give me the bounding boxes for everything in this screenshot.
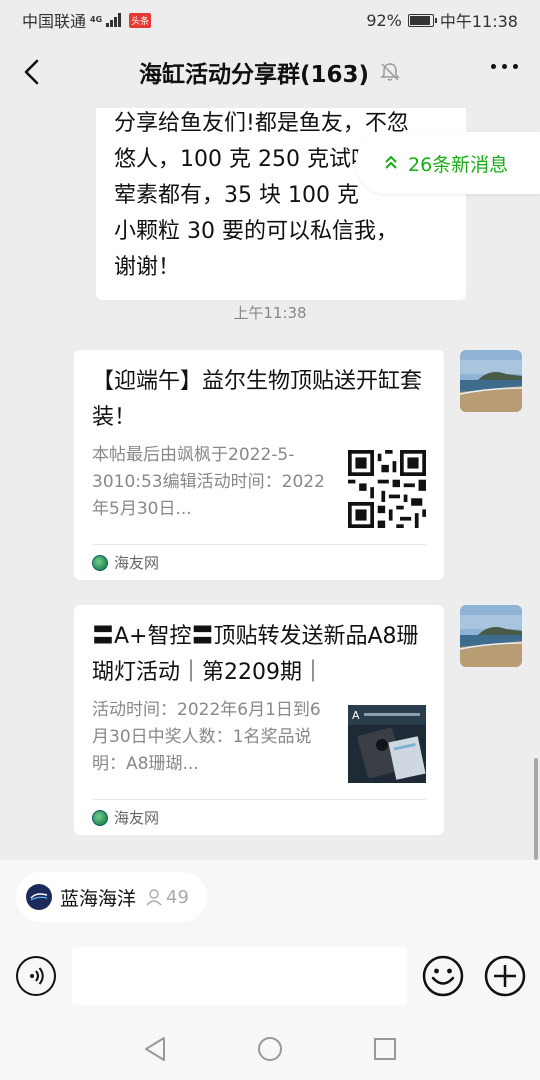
mute-bell-icon (380, 63, 400, 81)
more-options-button[interactable] (491, 64, 518, 69)
double-chevron-up-icon (385, 155, 397, 169)
system-nav-bar (0, 1016, 540, 1080)
card-body: 活动时间：2022年6月1日到6月30日中奖人数：1名奖品说明：A8珊瑚... … (92, 697, 426, 783)
card-title: 【迎端午】益尔生物顶贴送开缸套装！ (92, 369, 423, 430)
beach-photo-avatar (460, 605, 522, 667)
message-line: 小颗粒 30 要的可以私信我， (114, 219, 398, 244)
source-name: 海友网 (114, 809, 160, 827)
nav-home-icon (258, 1037, 282, 1061)
new-messages-button[interactable]: 26条新消息 (356, 132, 540, 194)
channel-bar: 蓝海海洋 49 (0, 860, 540, 936)
clock: 中午11:38 (439, 12, 518, 31)
card-source: 海友网 (92, 799, 426, 835)
voice-input-button[interactable] (16, 956, 56, 996)
card-source: 海友网 (92, 544, 426, 580)
member-count-value: 49 (166, 886, 189, 908)
nav-recent-icon (374, 1038, 396, 1060)
nav-back-button[interactable] (142, 1036, 168, 1062)
message-timestamp: 上午11:38 (233, 304, 307, 322)
card-title: 〓A+智控〓顶贴转发送新品A8珊 瑚灯活动｜第2209期｜ (92, 624, 419, 685)
status-left: 中国联通 4G 头条 (22, 8, 152, 32)
battery-icon (407, 13, 437, 27)
app-notification-badge: 头条 (129, 12, 152, 28)
svg-text:A: A (352, 709, 360, 722)
voice-icon (30, 967, 44, 985)
chat-area[interactable]: 分享给鱼友们!都是鱼友，不忽 悠人，100 克 250 克试吃装 荤素都有，35… (0, 108, 540, 860)
back-arrow-icon (24, 59, 39, 85)
source-logo-icon (92, 809, 108, 826)
more-dots-icon (491, 64, 496, 69)
nav-recent-button[interactable] (372, 1036, 398, 1062)
chat-scrollbar[interactable] (534, 758, 538, 860)
channel-name: 蓝海海洋 (60, 887, 137, 910)
sender-avatar[interactable] (460, 605, 522, 667)
message-input[interactable] (72, 947, 407, 1005)
message-line: 谢谢！ (114, 255, 181, 280)
input-bar (0, 936, 540, 1016)
title-wrap: 海缸活动分享群(163) (139, 55, 401, 89)
link-card[interactable]: 【迎端午】益尔生物顶贴送开缸套装！ 本帖最后由飒枫于2022-5-3010:53… (74, 350, 444, 580)
carrier-name: 中国联通 (22, 12, 87, 31)
emoji-icon (422, 955, 464, 997)
source-logo-icon (92, 554, 108, 571)
product-thumbnail: A (348, 705, 426, 783)
emoji-button[interactable] (422, 955, 464, 997)
link-card[interactable]: 〓A+智控〓顶贴转发送新品A8珊 瑚灯活动｜第2209期｜ 活动时间：2022年… (74, 605, 444, 835)
new-messages-label: 26条新消息 (408, 153, 509, 176)
plus-icon (484, 955, 526, 997)
person-icon (146, 889, 162, 906)
channel-chip[interactable]: 蓝海海洋 49 (16, 872, 207, 922)
source-name: 海友网 (114, 554, 160, 572)
status-bar: 中国联通 4G 头条 92% 中午11:38 (0, 0, 540, 36)
chat-header: 海缸活动分享群(163) (0, 36, 540, 108)
battery-percent: 92% (366, 10, 402, 30)
channel-member-count: 49 (144, 887, 189, 908)
nav-home-button[interactable] (257, 1036, 283, 1062)
back-button[interactable] (14, 54, 50, 90)
card-description: 活动时间：2022年6月1日到6月30日中奖人数：1名奖品说明：A8珊瑚... (92, 700, 321, 774)
channel-logo-icon (26, 884, 52, 910)
beach-photo-avatar (460, 350, 522, 412)
nav-back-icon (145, 1037, 165, 1061)
network-type: 4G (90, 15, 103, 24)
status-right: 92% 中午11:38 (366, 8, 518, 32)
signal-icon (106, 13, 122, 27)
more-functions-button[interactable] (484, 955, 526, 997)
group-title: 海缸活动分享群(163) (138, 62, 370, 88)
card-description: 本帖最后由飒枫于2022-5-3010:53编辑活动时间：2022年5月30日.… (92, 445, 325, 519)
qr-code-thumbnail (348, 450, 426, 528)
sender-avatar[interactable] (460, 350, 522, 412)
card-body: 本帖最后由飒枫于2022-5-3010:53编辑活动时间：2022年5月30日.… (92, 442, 426, 528)
